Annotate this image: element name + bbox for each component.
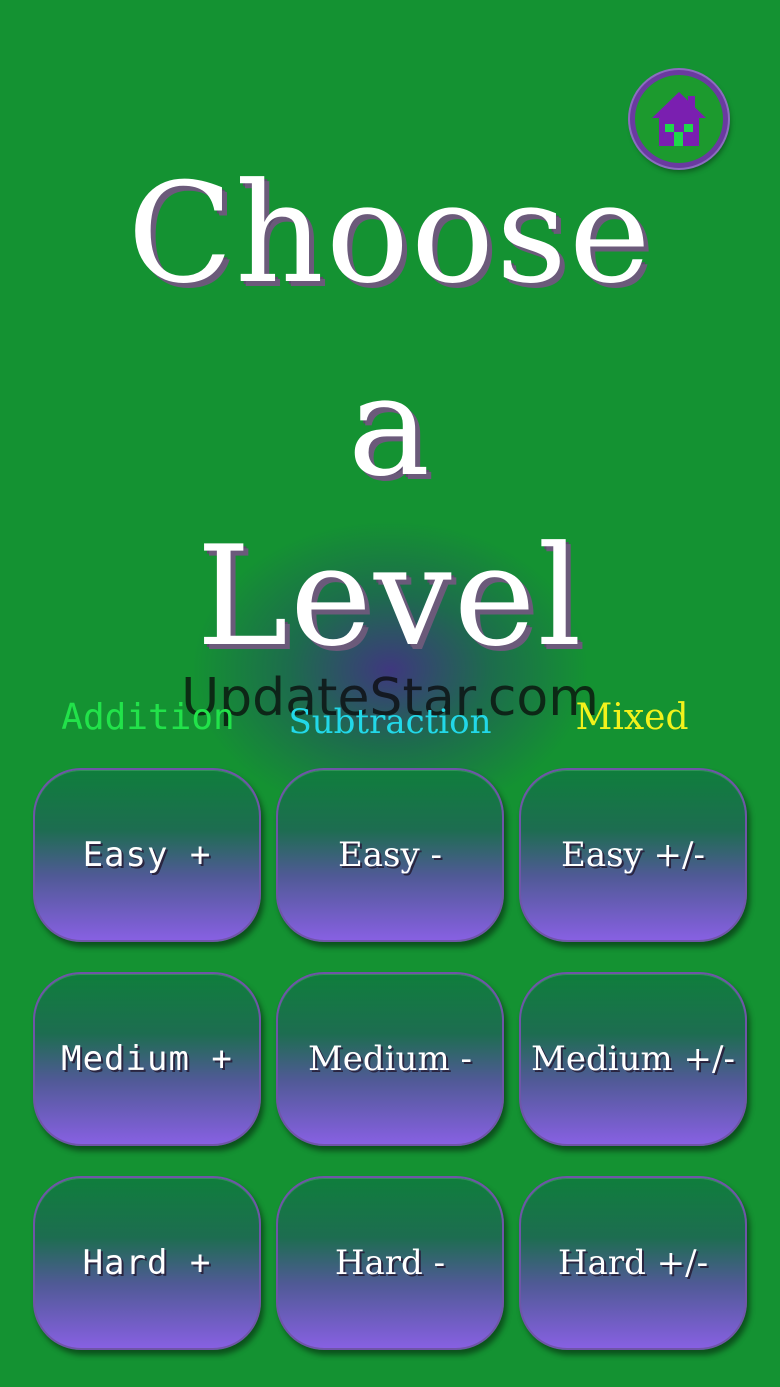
column-header-subtraction: Subtraction (288, 702, 492, 742)
easy-mixed-button[interactable]: Easy +/- (519, 768, 747, 942)
hard-subtraction-button[interactable]: Hard - (276, 1176, 504, 1350)
home-icon (652, 92, 706, 146)
hard-addition-button[interactable]: Hard + (33, 1176, 261, 1350)
page-title-line-1: Choose (127, 153, 653, 314)
medium-addition-button[interactable]: Medium + (33, 972, 261, 1146)
column-header-addition: Addition (61, 697, 235, 738)
page-title-line-2: a (347, 346, 433, 507)
medium-subtraction-button[interactable]: Medium - (276, 972, 504, 1146)
page-title-line-3: Level (196, 516, 584, 677)
easy-subtraction-button[interactable]: Easy - (276, 768, 504, 942)
column-header-mixed: Mixed (575, 697, 689, 738)
hard-mixed-button[interactable]: Hard +/- (519, 1176, 747, 1350)
easy-addition-button[interactable]: Easy + (33, 768, 261, 942)
medium-mixed-button[interactable]: Medium +/- (519, 972, 747, 1146)
